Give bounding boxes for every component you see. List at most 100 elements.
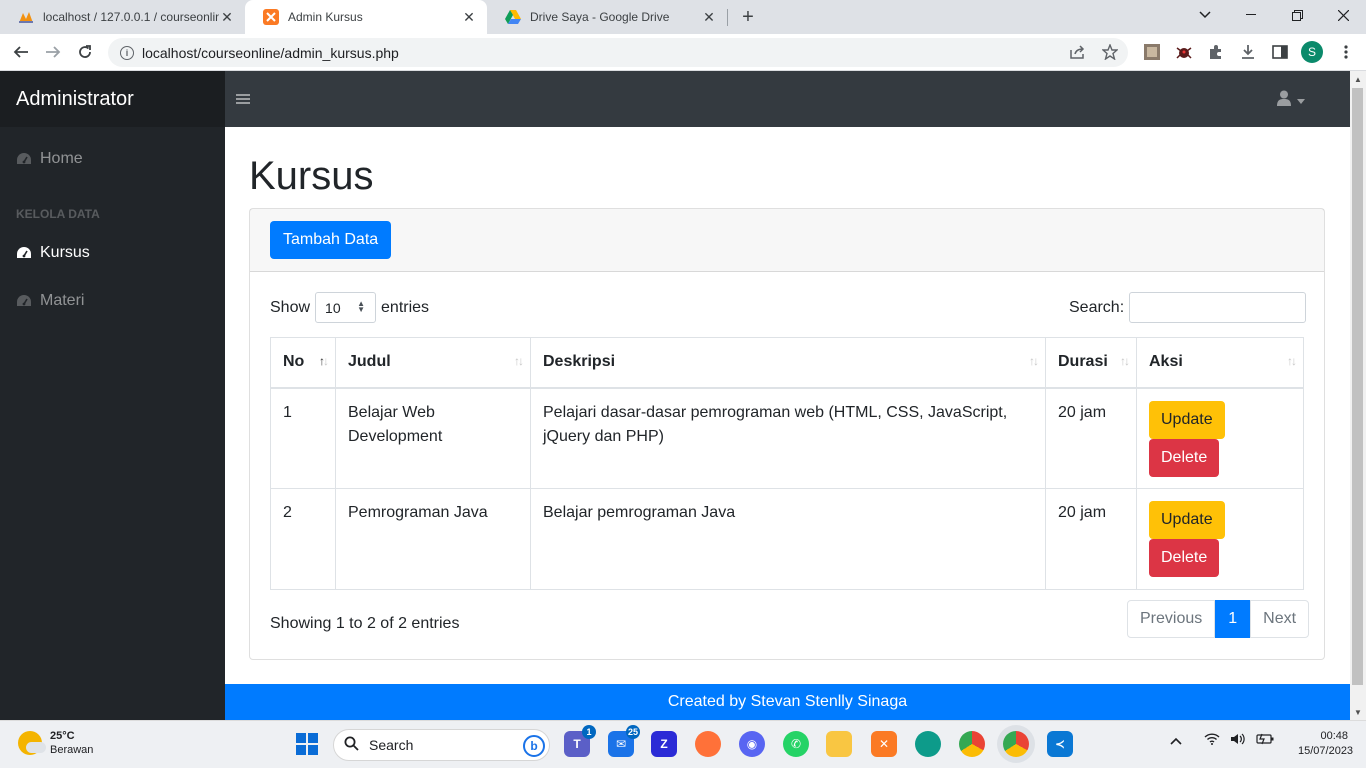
dashboard-icon (16, 151, 32, 167)
visual-studio-icon[interactable]: Z (651, 731, 677, 757)
tab-google-drive[interactable]: Drive Saya - Google Drive ✕ (487, 0, 727, 34)
tab-search-icon[interactable] (1182, 0, 1228, 30)
show-label: Show (270, 298, 311, 316)
footer: Created by Stevan Stenlly Sinaga (225, 684, 1350, 720)
cell-aksi: Update Delete (1136, 387, 1304, 489)
back-icon[interactable] (8, 39, 34, 65)
file-explorer-icon[interactable] (826, 731, 852, 757)
taskbar-search[interactable]: Search b (333, 729, 550, 761)
windows-taskbar: 25°C Berawan Search b T1 ✉ 25 Z ◉ ✆ ✕ ≺ 0… (0, 720, 1366, 768)
download-icon[interactable] (1235, 39, 1261, 65)
forward-icon[interactable] (40, 39, 66, 65)
sort-icon: ↑↓ (1029, 354, 1039, 368)
table-header-row: No ↑↓ Judul ↑↓ Deskripsi ↑↓ Durasi ↑↓ Aksi ↑↓ (270, 337, 1304, 389)
volume-icon[interactable] (1230, 733, 1246, 748)
edge-icon[interactable] (915, 731, 941, 757)
column-header-deskripsi[interactable]: Deskripsi ↑↓ (530, 337, 1046, 389)
close-window-icon[interactable] (1320, 0, 1366, 30)
table-row: 1 Belajar Web Development Pelajari dasar… (270, 387, 1304, 489)
entries-length-select[interactable]: 10 ▲ ▼ (315, 292, 377, 323)
cell-durasi: 20 jam (1045, 488, 1137, 590)
column-header-no[interactable]: No ↑↓ (270, 337, 336, 389)
column-header-durasi[interactable]: Durasi ↑↓ (1045, 337, 1137, 389)
cell-no: 1 (270, 387, 336, 489)
column-header-judul[interactable]: Judul ↑↓ (335, 337, 531, 389)
mail-icon[interactable]: ✉ 25 (608, 725, 640, 757)
sidebar-item-materi[interactable]: Materi (0, 277, 225, 325)
sidebar-item-home[interactable]: Home (0, 135, 225, 183)
entries-length-value: 10 (325, 299, 341, 316)
wifi-icon[interactable] (1204, 733, 1220, 748)
restore-icon[interactable] (1274, 0, 1320, 30)
bookmark-star-icon[interactable] (1101, 43, 1119, 63)
column-header-label: Durasi (1058, 353, 1108, 371)
chrome-menu-icon[interactable] (1333, 39, 1359, 65)
scrollbar-thumb[interactable] (1352, 88, 1363, 685)
tab-admin-kursus[interactable]: Admin Kursus ✕ (245, 0, 487, 34)
battery-icon[interactable] (1256, 733, 1274, 748)
previous-page-button[interactable]: Previous (1127, 600, 1216, 638)
windows-start-icon[interactable] (296, 733, 318, 755)
card-header: Tambah Data (250, 209, 1324, 272)
extensions-puzzle-icon[interactable] (1203, 39, 1229, 65)
weather-widget[interactable]: 25°C Berawan (18, 729, 93, 757)
close-tab-icon[interactable]: ✕ (219, 9, 235, 25)
dashboard-icon (16, 245, 32, 261)
whatsapp-icon[interactable]: ✆ (783, 731, 809, 757)
top-navbar (225, 71, 1350, 127)
side-panel-icon[interactable] (1267, 39, 1293, 65)
search-label: Search: (1069, 298, 1125, 316)
chevron-up-icon[interactable] (1170, 734, 1182, 748)
sidebar-item-kursus[interactable]: Kursus (0, 229, 225, 277)
user-dropdown[interactable] (1277, 88, 1317, 110)
xampp-icon[interactable]: ✕ (871, 731, 897, 757)
scroll-up-icon[interactable]: ▲ (1350, 71, 1366, 87)
mail-badge: 25 (625, 725, 640, 739)
profile-avatar[interactable]: S (1299, 39, 1325, 65)
teams-badge: 1 (582, 725, 596, 739)
delete-button[interactable]: Delete (1149, 539, 1220, 577)
cell-aksi: Update Delete (1136, 488, 1304, 590)
delete-button[interactable]: Delete (1149, 438, 1220, 477)
minimize-icon[interactable] (1228, 0, 1274, 30)
column-header-label: Judul (348, 353, 391, 371)
cell-durasi: 20 jam (1045, 387, 1137, 489)
menu-toggle-icon[interactable] (233, 89, 253, 109)
browser-tab-strip: localhost / 127.0.0.1 / courseonline ✕ A… (0, 0, 1366, 34)
search-input[interactable] (1129, 292, 1307, 323)
sort-icon: ↑↓ (319, 354, 329, 368)
site-info-icon[interactable]: i (120, 45, 134, 60)
update-button[interactable]: Update (1149, 400, 1225, 439)
page-scrollbar[interactable]: ▲ ▼ (1350, 71, 1366, 720)
scroll-down-icon[interactable]: ▼ (1350, 704, 1366, 720)
close-tab-icon[interactable]: ✕ (461, 9, 477, 25)
cell-deskripsi: Belajar pemrograman Java (530, 488, 1046, 590)
new-tab-button[interactable]: + (736, 6, 760, 28)
tab-phpmyadmin[interactable]: localhost / 127.0.0.1 / courseonline ✕ (0, 0, 245, 34)
page-1-button[interactable]: 1 (1215, 600, 1251, 638)
extension-image-icon[interactable] (1139, 39, 1165, 65)
next-page-button[interactable]: Next (1250, 600, 1310, 638)
entries-label: entries (381, 298, 430, 316)
tab-title: Admin Kursus (288, 10, 363, 24)
extension-bug-icon[interactable] (1171, 39, 1197, 65)
address-bar[interactable]: i localhost/courseonline/admin_kursus.ph… (108, 38, 1128, 67)
discord-icon[interactable]: ◉ (739, 731, 765, 757)
tab-title: Drive Saya - Google Drive (530, 10, 670, 24)
bing-icon[interactable]: b (523, 735, 545, 757)
table-row: 2 Pemrograman Java Belajar pemrograman J… (270, 488, 1304, 590)
vscode-icon[interactable]: ≺ (1047, 731, 1073, 757)
firefox-icon[interactable] (695, 731, 721, 757)
share-icon[interactable] (1070, 45, 1086, 62)
system-clock[interactable]: 00:48 15/07/2023 (1298, 729, 1353, 759)
taskbar-search-placeholder: Search (369, 737, 414, 753)
close-tab-icon[interactable]: ✕ (701, 9, 717, 25)
chrome-profile-icon[interactable] (1003, 731, 1029, 757)
reload-icon[interactable] (72, 39, 98, 65)
teams-icon[interactable]: T1 (564, 725, 596, 757)
brand[interactable]: Administrator (0, 71, 225, 127)
add-data-button[interactable]: Tambah Data (270, 221, 392, 259)
chrome-icon[interactable] (959, 731, 985, 757)
column-header-aksi[interactable]: Aksi ↑↓ (1136, 337, 1304, 389)
update-button[interactable]: Update (1149, 501, 1225, 539)
